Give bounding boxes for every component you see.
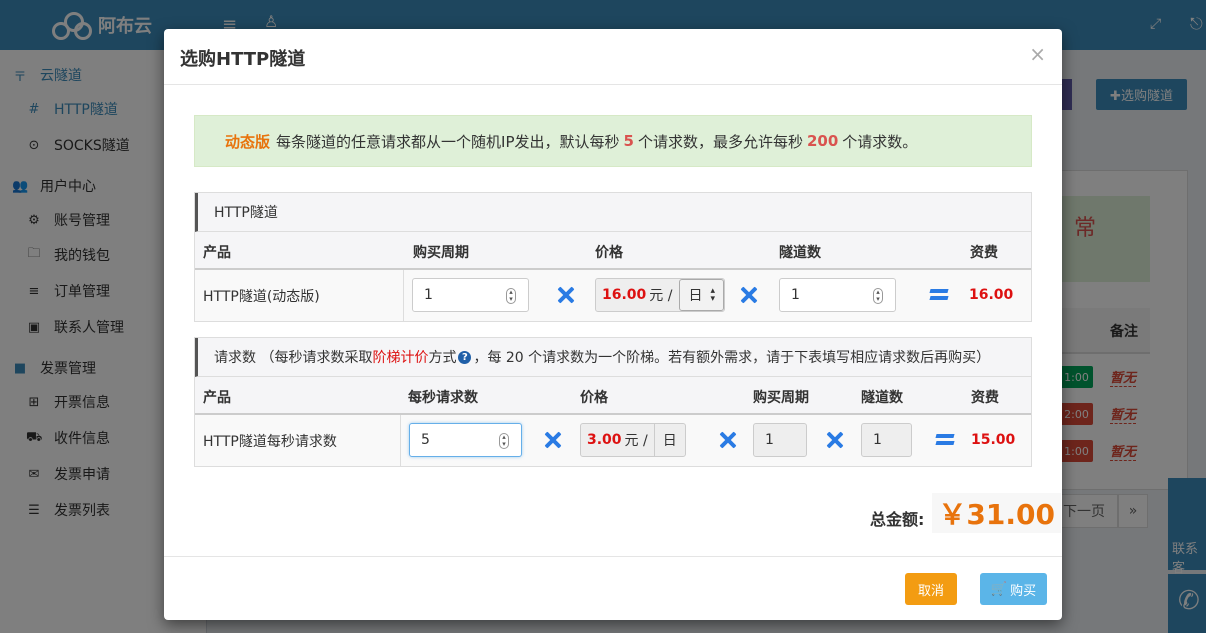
period-unit-value: 日 (688, 288, 703, 304)
spinner-icon[interactable]: ▴ ▾ (873, 288, 883, 304)
tiered-pricing-link[interactable]: 阶梯计价 (372, 347, 428, 367)
col-fee: 资费 (970, 245, 998, 261)
section-title: HTTP隧道 (195, 193, 1031, 232)
period-value: 1 (765, 432, 774, 448)
col-product: 产品 (203, 245, 231, 261)
buy-http-tunnel-modal: 选购HTTP隧道 × 动态版 每条隧道的任意请求都从一个随机IP发出，默认每秒 … (164, 29, 1062, 620)
alert-text-3: 个请求数。 (842, 132, 918, 151)
tunnel-fee: 16.00 (969, 287, 1014, 303)
price-group: 3.00 元 / 日 (580, 423, 686, 457)
title-suffix: ，每 20 个请求数为一个阶梯。若有额外需求，请于下表填写相应请求数后再购买） (473, 350, 991, 366)
buy-label: 购买 (1010, 583, 1037, 599)
modal-title: 选购HTTP隧道 (180, 49, 306, 70)
period-unit-value: 日 (662, 433, 677, 449)
period-unit-select[interactable]: 日 ▴ ▾ (679, 279, 724, 311)
count-readonly: 1 (861, 423, 912, 457)
col-product: 产品 (203, 390, 231, 406)
select-arrows-icon: ▴ ▾ (710, 286, 715, 304)
equals-icon (935, 434, 955, 446)
modal-footer: 取消 🛒 购买 (164, 556, 1062, 620)
price-group: 16.00 元 / 日 ▴ ▾ (595, 278, 725, 312)
cancel-button[interactable]: 取消 (905, 573, 957, 605)
spinner-icon[interactable]: ▴ ▾ (499, 433, 509, 449)
price-value: 16.00 (602, 287, 647, 303)
modal-header: 选购HTTP隧道 × (164, 29, 1062, 85)
col-requests: 每秒请求数 (408, 390, 478, 406)
table-row: HTTP隧道每秒请求数 5 ▴ ▾ 3.00 元 / 日 1 1 15.00 (195, 415, 1031, 466)
table-row: HTTP隧道(动态版) 1 ▴ ▾ 16.00 元 / 日 ▴ ▾ 1 ▴ ▾ 16.… (195, 270, 1031, 321)
period-readonly: 1 (753, 423, 807, 457)
multiply-icon (544, 431, 562, 449)
alert-text-1: 每条隧道的任意请求都从一个随机IP发出，默认每秒 (276, 132, 620, 151)
table-header: 产品 购买周期 价格 隧道数 资费 (195, 232, 1031, 270)
multiply-icon (719, 431, 737, 449)
tunnel-count-value: 1 (791, 287, 800, 303)
col-price: 价格 (595, 245, 623, 261)
request-fee: 15.00 (971, 432, 1016, 448)
price-value: 3.00 (587, 432, 622, 448)
title-prefix: 请求数 （每秒请求数采取 (214, 350, 373, 366)
section-title: 请求数 （每秒请求数采取 阶梯计价 方式 ? ，每 20 个请求数为一个阶梯。若… (195, 338, 1031, 377)
tunnel-section: HTTP隧道 产品 购买周期 价格 隧道数 资费 HTTP隧道(动态版) 1 ▴… (194, 192, 1032, 322)
multiply-icon (740, 286, 758, 304)
buy-button[interactable]: 🛒 购买 (980, 573, 1047, 605)
multiply-icon (826, 431, 844, 449)
price-unit: 元 / (649, 288, 673, 304)
product-name: HTTP隧道每秒请求数 (203, 434, 337, 450)
equals-icon (929, 289, 949, 301)
table-header: 产品 每秒请求数 价格 购买周期 隧道数 资费 (195, 377, 1031, 415)
total-label: 总金额: (870, 510, 925, 529)
alert-text-2: 个请求数，最多允许每秒 (637, 132, 803, 151)
total-amount: 总金额: ￥31.00 (870, 493, 1061, 533)
total-value: ￥31.00 (932, 493, 1061, 533)
col-period: 购买周期 (753, 390, 809, 406)
requests-stepper[interactable]: 5 ▴ ▾ (409, 423, 522, 457)
max-requests: 200 (806, 132, 839, 150)
close-icon[interactable]: × (1029, 42, 1046, 66)
requests-value: 5 (421, 432, 430, 448)
request-section: 请求数 （每秒请求数采取 阶梯计价 方式 ? ，每 20 个请求数为一个阶梯。若… (194, 337, 1032, 467)
period-unit-label: 日 (653, 424, 685, 456)
info-alert: 动态版 每条隧道的任意请求都从一个随机IP发出，默认每秒 5 个请求数，最多允许… (194, 115, 1032, 167)
cart-icon: 🛒 (990, 581, 1008, 597)
col-fee: 资费 (971, 390, 999, 406)
default-requests: 5 (623, 132, 634, 150)
period-value: 1 (424, 287, 433, 303)
multiply-icon (557, 286, 575, 304)
count-value: 1 (873, 432, 882, 448)
col-count: 隧道数 (779, 245, 821, 261)
product-name: HTTP隧道(动态版) (203, 289, 320, 305)
title-mid: 方式 (428, 350, 457, 366)
col-period: 购买周期 (413, 245, 469, 261)
spinner-icon[interactable]: ▴ ▾ (506, 288, 516, 304)
tunnel-count-stepper[interactable]: 1 ▴ ▾ (779, 278, 896, 312)
help-icon[interactable]: ? (458, 350, 472, 364)
edition-tag: 动态版 (225, 132, 271, 151)
price-unit: 元 / (624, 433, 648, 449)
col-price: 价格 (580, 390, 608, 406)
col-count: 隧道数 (861, 390, 903, 406)
period-stepper[interactable]: 1 ▴ ▾ (412, 278, 529, 312)
